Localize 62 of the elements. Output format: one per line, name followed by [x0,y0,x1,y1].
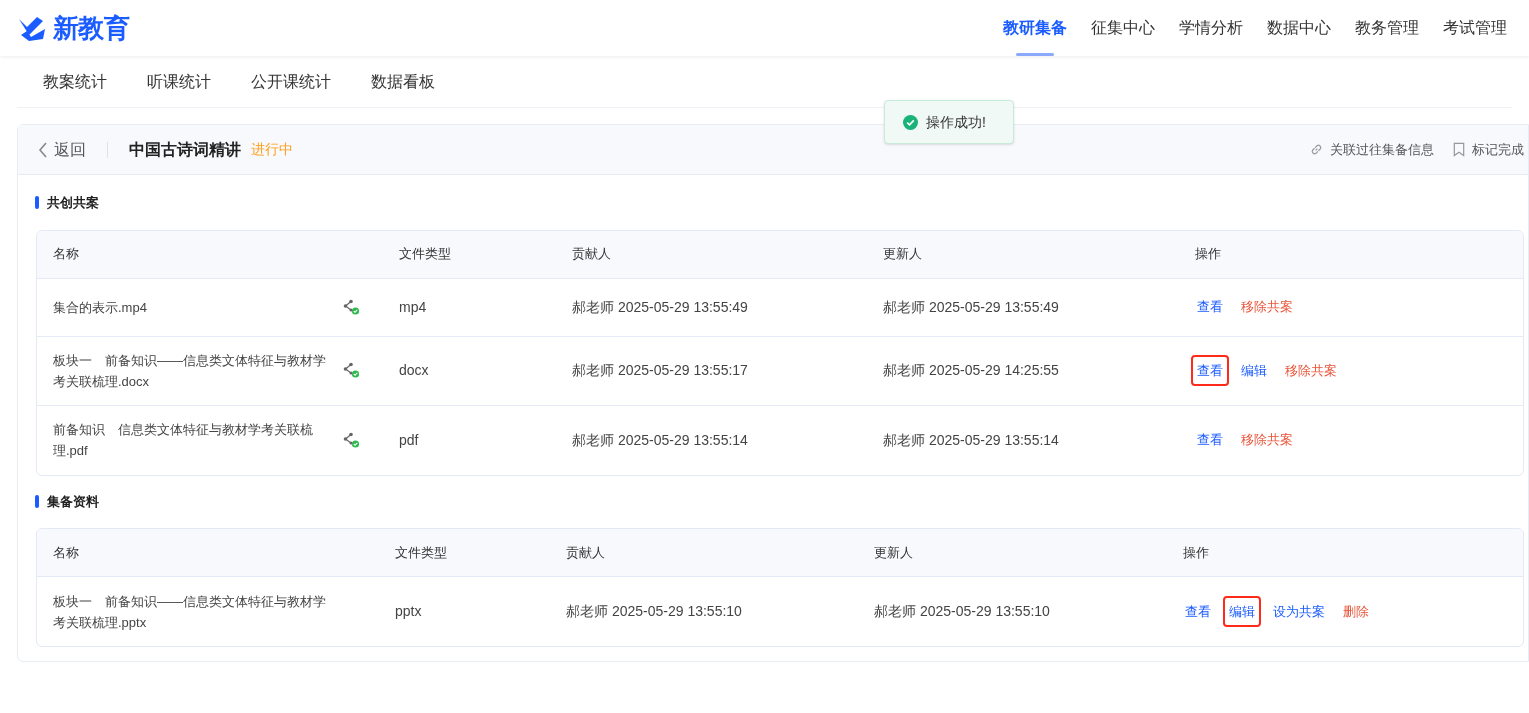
nav-tab[interactable]: 征集中心 [1091,0,1155,56]
action-link[interactable]: 查看 [1179,595,1217,628]
file-name: 集合的表示.mp4 [53,298,148,317]
column-header: 贡献人 [565,543,606,562]
column-header: 更新人 [873,543,914,562]
back-button[interactable]: 返回 [38,137,86,162]
section-marker [35,494,39,508]
nav-tab[interactable]: 考试管理 [1443,0,1507,56]
table-cell-text: 郝老师 2025-05-29 13:55:14 [882,430,1060,450]
column-header: 名称 [52,543,80,562]
nav-tab[interactable]: 学情分析 [1179,0,1243,56]
nav-tab[interactable]: 数据中心 [1267,0,1331,56]
page-title: 中国古诗词精讲 [129,139,241,160]
column-header: 文件类型 [398,245,452,264]
column-header: 更新人 [882,245,923,264]
nav-tab[interactable]: 教务管理 [1355,0,1419,56]
action-link[interactable]: 移除共案 [1279,354,1343,387]
link-icon [1309,142,1324,157]
action-link[interactable]: 查看 [1191,291,1229,323]
column-header: 名称 [52,245,80,264]
action-link[interactable]: 查看 [1191,354,1229,387]
action-link[interactable]: 移除共案 [1235,291,1299,323]
action-link[interactable]: 编辑 [1235,354,1273,387]
section-title: 共创共案 [47,194,99,212]
table-cell-text: pdf [398,430,420,450]
file-name: 板块一 前备知识——信息类文体特征与教材学考关联梳理.docx [53,351,327,391]
subnav-tab[interactable]: 数据看板 [368,69,438,94]
table-cell-text: docx [398,361,430,380]
section-title: 集备资料 [47,492,99,511]
nav-tab[interactable]: 教研集备 [1003,0,1067,56]
status-label: 进行中 [251,140,293,159]
column-header: 贡献人 [571,245,612,264]
column-header: 操作 [1194,245,1222,264]
action-link[interactable]: 删除 [1337,595,1375,628]
action-link[interactable]: 设为共案 [1267,595,1331,628]
action-link[interactable]: 查看 [1191,424,1229,456]
column-header: 文件类型 [394,543,448,562]
table-cell-text: 郝老师 2025-05-29 13:55:49 [882,297,1060,317]
action-link[interactable]: 编辑 [1223,595,1261,628]
table-cell-text: 郝老师 2025-05-29 13:55:14 [571,430,749,450]
header-action[interactable]: 标记完成 [1452,139,1524,160]
table-cell-text: 郝老师 2025-05-29 13:55:10 [565,602,743,621]
table-cell-text: pptx [394,602,423,621]
header-action[interactable]: 关联过往集备信息 [1309,139,1434,160]
table-cell-text: 郝老师 2025-05-29 13:55:17 [571,361,749,380]
bookmark-icon [1452,142,1466,157]
section-marker [35,196,39,210]
table-cell-text: mp4 [398,297,428,317]
table-cell-text: 郝老师 2025-05-29 13:55:10 [873,602,1051,621]
file-name: 板块一 前备知识——信息类文体特征与教材学考关联梳理.pptx [53,592,327,632]
table-cell-text: 郝老师 2025-05-29 14:25:55 [882,361,1060,380]
subnav-tab[interactable]: 教案统计 [40,69,110,94]
toast-message: 操作成功! [926,112,986,132]
table-cell-text: 郝老师 2025-05-29 13:55:49 [571,297,749,317]
logo-text: 新教育 [53,15,130,41]
subnav-tab[interactable]: 公开课统计 [248,69,334,94]
check-circle-icon [903,114,918,130]
chevron-left-icon [38,141,48,158]
subnav-tab[interactable]: 听课统计 [144,69,214,94]
action-link[interactable]: 移除共案 [1235,424,1299,456]
column-header: 操作 [1182,543,1210,562]
file-name: 前备知识 信息类文体特征与教材学考关联梳理.pdf [53,421,314,460]
